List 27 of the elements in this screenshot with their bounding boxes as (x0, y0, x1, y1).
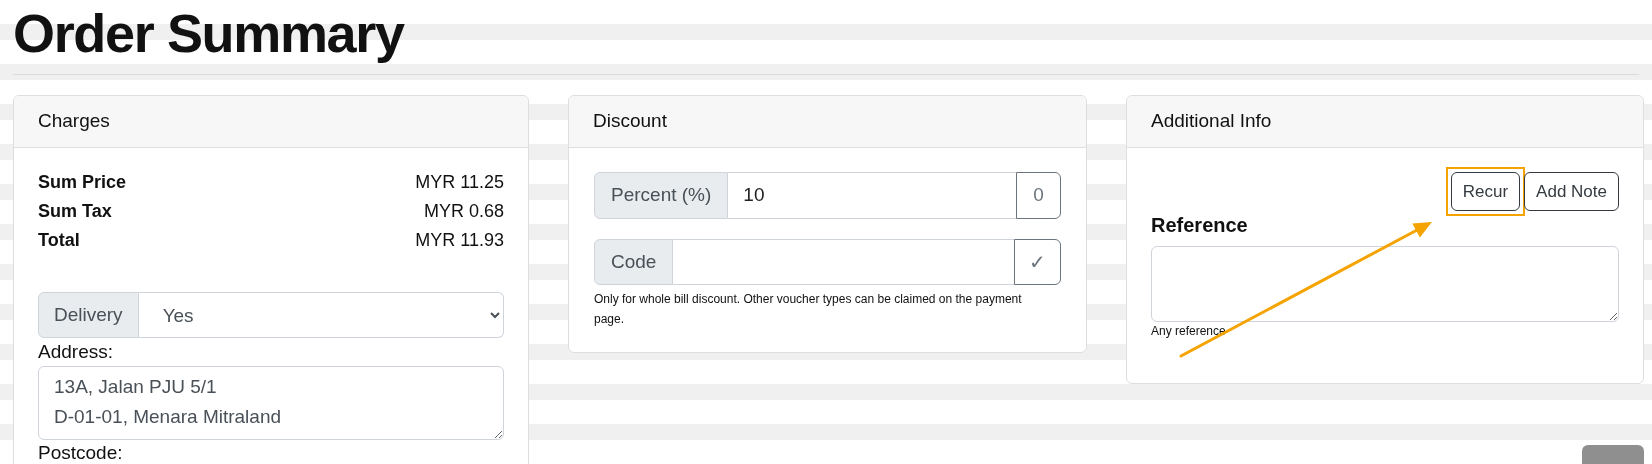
charge-value: MYR 0.68 (423, 200, 504, 223)
code-label: Code (594, 239, 674, 285)
delivery-label: Delivery (38, 292, 139, 338)
address-field[interactable]: 13A, Jalan PJU 5/1 D-01-01, Menara Mitraland (38, 366, 504, 440)
apply-code-button[interactable]: ✓ (1014, 239, 1061, 285)
postcode-label: Postcode: (38, 441, 124, 464)
card-title: Additional Info (1151, 109, 1272, 134)
card-title: Charges (38, 109, 110, 134)
charge-label: Sum Price (38, 171, 127, 194)
reference-label: Reference (1151, 213, 1249, 238)
percent-value-button[interactable]: 0 (1016, 172, 1061, 219)
action-button[interactable]: Recur (1450, 172, 1521, 211)
discount-help-text: Only for whole bill discount. Other voucher types can be claimed on the payment page. (594, 291, 1023, 328)
charge-label: Total (38, 229, 80, 252)
percent-field[interactable]: 10 (728, 172, 1016, 219)
reference-field[interactable] (1151, 246, 1619, 322)
code-field[interactable] (673, 239, 1014, 285)
address-label: Address: (38, 340, 114, 364)
card-title: Discount (593, 109, 667, 134)
delivery-select[interactable]: Yes (138, 292, 504, 338)
charge-value: MYR 11.93 (415, 229, 504, 252)
reference-help-text: Any reference (1151, 323, 1227, 339)
page-title: Order Summary (13, 2, 406, 65)
charge-label: Sum Tax (38, 200, 112, 223)
action-button[interactable]: Add Note (1524, 172, 1619, 211)
charge-value: MYR 11.25 (415, 171, 504, 194)
percent-label: Percent (%) (594, 172, 729, 219)
